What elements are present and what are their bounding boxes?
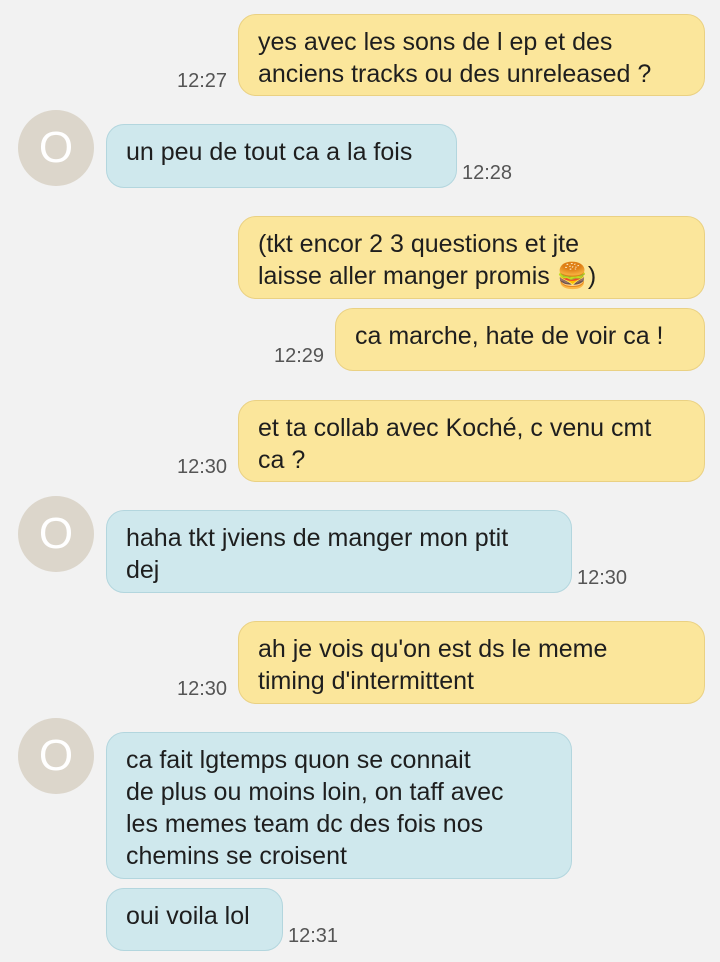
message-timestamp: 12:30	[177, 678, 228, 700]
message-bubble-outgoing[interactable]: yes avec les sons de l ep et des anciens…	[238, 14, 705, 96]
message-timestamp: 12:29	[274, 345, 325, 367]
message-text-line: un peu de tout ca a la fois	[126, 138, 413, 166]
message-text-line: haha tkt jviens de manger mon ptit	[126, 524, 509, 552]
message-bubble-outgoing[interactable]: ca marche, hate de voir ca !	[335, 308, 705, 371]
message-text-line: les memes team dc des fois nos	[126, 810, 484, 838]
message-text-line: yes avec les sons de l ep et des	[258, 28, 613, 56]
message-timestamp: 12:27	[177, 70, 228, 92]
contact-avatar[interactable]: O	[18, 496, 94, 572]
message-text-line: laisse aller manger promis 🍔)	[258, 262, 597, 290]
message-text-line: ca ?	[258, 446, 306, 474]
message-text-line: anciens tracks ou des unreleased ?	[258, 60, 652, 88]
message-text-line: oui voila lol	[126, 902, 250, 930]
message-text-line: ca fait lgtemps quon se connait	[126, 746, 471, 774]
message-text-line: timing d'intermittent	[258, 667, 474, 695]
message-timestamp: 12:31	[288, 925, 339, 947]
contact-avatar[interactable]: O	[18, 718, 94, 794]
message-text-line: ah je vois qu'on est ds le meme	[258, 635, 608, 663]
message-bubble-incoming[interactable]: ca fait lgtemps quon se connait de plus …	[106, 732, 572, 879]
message-text-line: chemins se croisent	[126, 842, 347, 870]
message-timestamp: 12:30	[177, 456, 228, 478]
message-text-line: (tkt encor 2 3 questions et jte	[258, 230, 580, 258]
message-bubble-incoming[interactable]: oui voila lol	[106, 888, 283, 951]
contact-avatar[interactable]: O	[18, 110, 94, 186]
message-bubble-incoming[interactable]: haha tkt jviens de manger mon ptit dej	[106, 510, 572, 593]
message-bubble-outgoing[interactable]: ah je vois qu'on est ds le meme timing d…	[238, 621, 705, 704]
message-bubble-outgoing[interactable]: et ta collab avec Koché, c venu cmt ca ?	[238, 400, 705, 482]
message-bubble-outgoing[interactable]: (tkt encor 2 3 questions et jte laisse a…	[238, 216, 705, 299]
message-timestamp: 12:28	[462, 162, 513, 184]
message-text-line: et ta collab avec Koché, c venu cmt	[258, 414, 652, 442]
message-timestamp: 12:30	[577, 567, 628, 589]
message-text-line: ca marche, hate de voir ca !	[355, 322, 664, 350]
message-bubble-incoming[interactable]: un peu de tout ca a la fois	[106, 124, 457, 188]
message-text-line: dej	[126, 556, 160, 584]
message-text-line: de plus ou moins loin, on taff avec	[126, 778, 504, 806]
